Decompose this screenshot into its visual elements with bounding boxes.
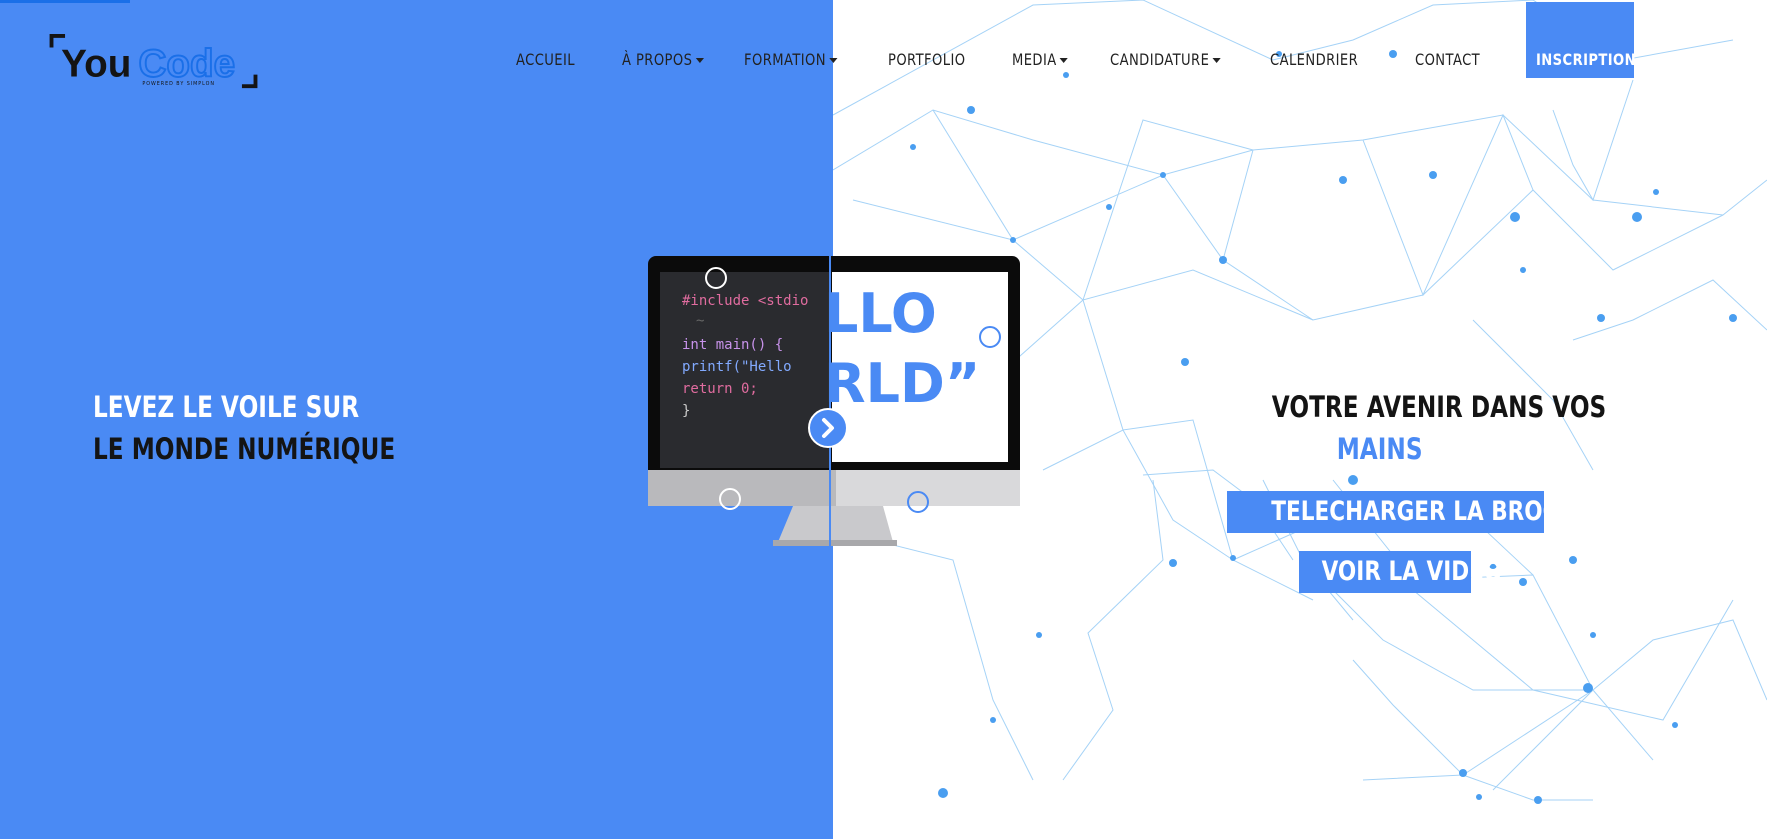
main-nav: ACCUEIL À PROPOS FORMATION PORTFOLIO MED… [0, 0, 1767, 90]
nav-label: FORMATION [744, 50, 826, 69]
watch-video-button[interactable]: VOIR LA VIDEO [1299, 551, 1502, 593]
video-label: VOIR LA VIDEO [1321, 556, 1503, 587]
caret-down-icon [1059, 58, 1069, 63]
decor-ring [979, 326, 1001, 348]
nav-label: À PROPOS [622, 50, 693, 69]
hero-right-line2: MAINS [1337, 432, 1423, 466]
nav-label: CALENDRIER [1270, 50, 1359, 69]
chevron-right-icon [822, 418, 834, 438]
hello-text-line1: LLO [824, 282, 937, 345]
inscription-button[interactable]: INSCRIPTION [1526, 2, 1637, 78]
decor-ring [705, 267, 727, 289]
hero-right-heading: VOTRE AVENIR DANS VOS MAINS [1230, 386, 1606, 470]
hello-text-line2: RLD” [824, 352, 980, 415]
caret-down-icon [829, 58, 838, 63]
nav-item-media[interactable]: MEDIA [1012, 50, 1069, 69]
monitor-image: #include <stdio ~ int main() { printf("H… [648, 256, 1020, 546]
code-line-6: } [682, 403, 690, 419]
nav-item-calendrier[interactable]: CALENDRIER [1270, 50, 1358, 69]
nav-item-portfolio[interactable]: PORTFOLIO [888, 50, 965, 69]
nav-label: ACCUEIL [516, 50, 576, 69]
nav-item-candidature[interactable]: CANDIDATURE [1110, 50, 1221, 69]
hero-left-line2: LE MONDE NUMÉRIQUE [93, 432, 396, 466]
nav-item-accueil[interactable]: ACCUEIL [516, 50, 575, 69]
nav-label: CONTACT [1415, 50, 1481, 69]
decor-ring [907, 491, 929, 513]
hero-right-line1: VOTRE AVENIR DANS VOS [1271, 390, 1607, 424]
caret-down-icon [695, 58, 704, 63]
nav-label: CANDIDATURE [1110, 50, 1210, 69]
code-line-5: return 0; [682, 381, 758, 397]
brochure-label: TELECHARGER LA BROCHURE [1271, 496, 1626, 527]
download-brochure-button[interactable]: TELECHARGER LA BROCHURE [1227, 491, 1626, 533]
nav-item-a-propos[interactable]: À PROPOS [622, 50, 704, 69]
hero-left-heading: LEVEZ LE VOILE SUR LE MONDE NUMÉRIQUE [93, 386, 395, 470]
code-line-2: ~ [696, 313, 704, 329]
nav-label: PORTFOLIO [888, 50, 966, 69]
nav-item-formation[interactable]: FORMATION [744, 50, 838, 69]
decor-ring [719, 488, 741, 510]
caret-down-icon [1212, 58, 1221, 63]
hero-left-line1: LEVEZ LE VOILE SUR [93, 390, 360, 424]
code-line-1: #include <stdio [682, 293, 808, 309]
nav-label: MEDIA [1012, 50, 1057, 69]
code-line-4: printf("Hello [682, 359, 792, 375]
inscription-label: INSCRIPTION [1536, 50, 1637, 69]
code-line-3: int main() { [682, 337, 783, 353]
nav-item-contact[interactable]: CONTACT [1415, 50, 1480, 69]
slider-handle[interactable] [808, 408, 848, 448]
